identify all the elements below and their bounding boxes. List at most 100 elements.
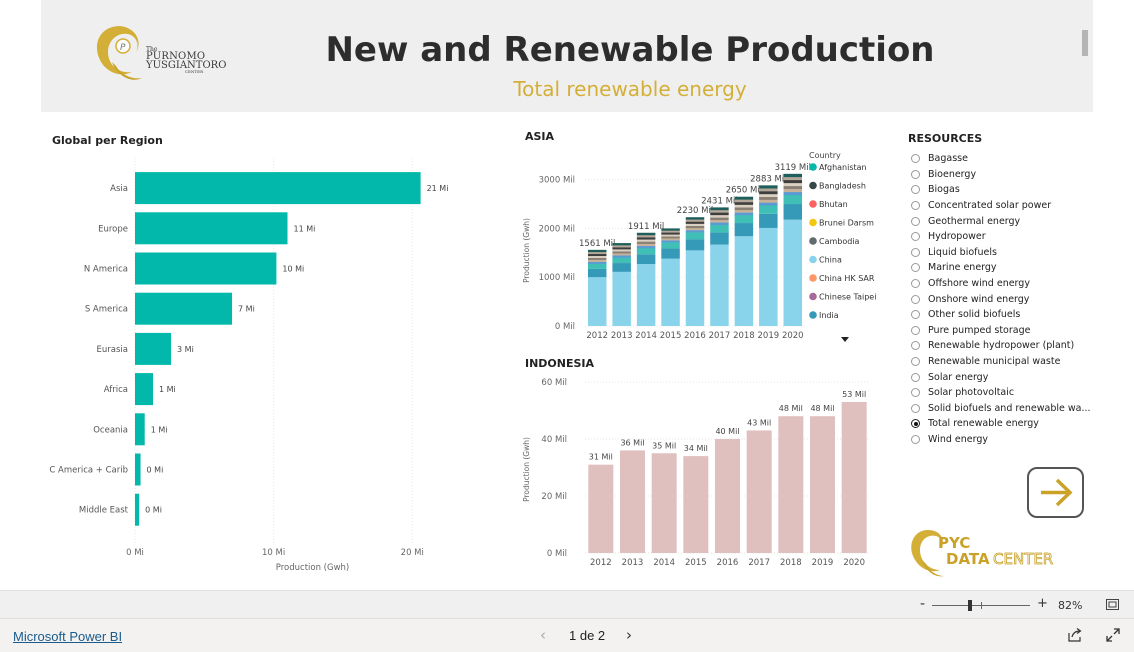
resource-option[interactable]: Hydropower [908, 229, 1098, 245]
bar-segment-other [759, 191, 778, 195]
legend-item: China [819, 256, 842, 265]
bar-segment-other [685, 221, 705, 224]
data-label: 21 Mi [427, 184, 449, 193]
resource-option[interactable]: Bagasse [908, 151, 1098, 167]
bar-segment-india [636, 254, 656, 265]
radio-unselected-icon[interactable] [911, 388, 920, 398]
resource-option[interactable]: Offshore wind energy [908, 276, 1098, 292]
resource-option[interactable]: Solar energy [908, 369, 1098, 385]
bar-segment-other [612, 243, 631, 246]
scrollbar-thumb[interactable] [1082, 30, 1088, 56]
resource-option[interactable]: Other solid biofuels [908, 307, 1098, 323]
total-label: 2431 Mil [701, 196, 737, 206]
y-tick-label: 40 Mil [541, 435, 567, 445]
resource-option[interactable]: Solar photovoltaic [908, 385, 1098, 401]
bar-segment-china [587, 277, 607, 326]
zoom-bar: - + 82% [0, 590, 1134, 618]
bar-segment-other [783, 182, 803, 187]
resource-option[interactable]: Renewable municipal waste [908, 354, 1098, 370]
previous-page-button[interactable]: ‹ [540, 626, 546, 644]
radio-unselected-icon[interactable] [911, 341, 920, 351]
radio-selected-icon[interactable] [911, 419, 920, 429]
radio-unselected-icon[interactable] [911, 279, 920, 289]
asia-stacked-chart: 0 Mil 1000 Mil 2000 Mil 3000 Mil Production … [522, 151, 876, 342]
fit-to-page-icon[interactable] [1106, 599, 1119, 610]
legend-item: China HK SAR [819, 274, 875, 283]
resource-option[interactable]: Geothermal energy [908, 213, 1098, 229]
bar-segment-other [685, 217, 705, 220]
resource-option[interactable]: Wind energy [908, 432, 1098, 448]
data-label: 36 Mil [620, 438, 644, 447]
bar-segment-other [759, 199, 778, 203]
zoom-slider-thumb[interactable] [968, 600, 972, 611]
radio-unselected-icon[interactable] [911, 372, 920, 382]
bar-segment-afghanistan [710, 224, 729, 233]
bar-segment-other [587, 255, 607, 258]
next-page-button[interactable] [1027, 467, 1084, 518]
radio-unselected-icon[interactable] [911, 294, 920, 304]
category-label: C America + Carib [49, 466, 128, 476]
resource-option[interactable]: Liquid biofuels [908, 245, 1098, 261]
bar-segment-other [710, 214, 729, 218]
bar-segment-other [587, 257, 607, 260]
resource-option[interactable]: Pure pumped storage [908, 323, 1098, 339]
zoom-out-button[interactable]: - [920, 596, 925, 612]
total-label: 1911 Mil [628, 222, 664, 232]
radio-unselected-icon[interactable] [911, 325, 920, 335]
zoom-in-button[interactable]: + [1037, 596, 1048, 611]
asia-chart-title: ASIA [525, 130, 555, 143]
radio-unselected-icon[interactable] [911, 263, 920, 273]
next-page-nav-button[interactable]: › [626, 626, 632, 644]
bar-segment-india [661, 248, 680, 259]
bar-segment-other [783, 176, 803, 181]
x-tick-label: 2015 [685, 558, 707, 568]
bar [810, 416, 835, 553]
fullscreen-icon[interactable] [1106, 628, 1120, 642]
x-tick-label: 2013 [611, 331, 633, 341]
resource-option[interactable]: Marine energy [908, 260, 1098, 276]
resource-option[interactable]: Onshore wind energy [908, 291, 1098, 307]
bar-segment-other [661, 232, 680, 235]
resource-option[interactable]: Renewable hydropower (plant) [908, 338, 1098, 354]
resource-label: Liquid biofuels [928, 246, 997, 258]
bar [135, 413, 145, 446]
radio-unselected-icon[interactable] [911, 247, 920, 257]
resource-option[interactable]: Biogas [908, 182, 1098, 198]
x-tick-label: 2014 [635, 331, 657, 341]
legend-item: India [819, 311, 839, 320]
bar-segment-other [783, 191, 803, 196]
radio-unselected-icon[interactable] [911, 201, 920, 211]
resource-label: Solar photovoltaic [928, 387, 1015, 399]
bar-segment-other [636, 239, 656, 242]
radio-unselected-icon[interactable] [911, 169, 920, 179]
bar [135, 453, 141, 486]
bar-segment-other [759, 188, 778, 192]
indonesia-chart-title: INDONESIA [525, 357, 595, 370]
data-label: 40 Mil [715, 427, 739, 436]
radio-unselected-icon[interactable] [911, 310, 920, 320]
radio-unselected-icon[interactable] [911, 403, 920, 413]
bar-segment-other [661, 240, 680, 243]
resource-label: Biogas [928, 184, 960, 196]
radio-unselected-icon[interactable] [911, 357, 920, 367]
resource-option[interactable]: Solid biofuels and renewable wa... [908, 401, 1098, 417]
power-bi-link[interactable]: Microsoft Power BI [13, 629, 122, 644]
bar-segment-china [783, 219, 803, 326]
x-tick-label: 2015 [660, 331, 682, 341]
radio-unselected-icon[interactable] [911, 185, 920, 195]
radio-unselected-icon[interactable] [911, 216, 920, 226]
resource-option[interactable]: Bioenergy [908, 167, 1098, 183]
legend-item: Chinese Taipei [819, 293, 876, 302]
resource-label: Geothermal energy [928, 215, 1021, 227]
resource-option[interactable]: Concentrated solar power [908, 198, 1098, 214]
radio-unselected-icon[interactable] [911, 154, 920, 164]
x-tick-label: 2013 [622, 558, 644, 568]
radio-unselected-icon[interactable] [911, 232, 920, 242]
radio-unselected-icon[interactable] [911, 434, 920, 444]
share-icon[interactable] [1067, 627, 1083, 643]
bar-segment-india [612, 263, 631, 272]
resource-option[interactable]: Total renewable energy [908, 416, 1098, 432]
bar [841, 401, 867, 553]
bar-segment-india [734, 223, 754, 237]
bar-segment-other [636, 245, 656, 249]
